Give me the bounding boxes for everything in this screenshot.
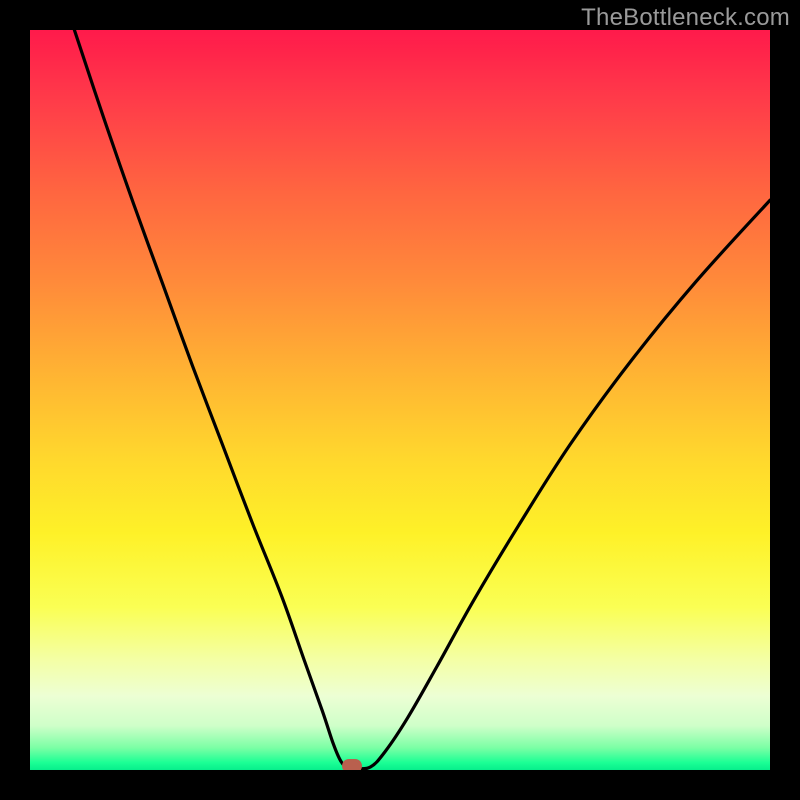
bottleneck-curve	[74, 30, 770, 769]
watermark-text: TheBottleneck.com	[581, 4, 790, 32]
min-marker	[342, 759, 362, 770]
chart-frame: TheBottleneck.com	[0, 0, 800, 800]
plot-area	[30, 30, 770, 770]
curve-svg	[30, 30, 770, 770]
